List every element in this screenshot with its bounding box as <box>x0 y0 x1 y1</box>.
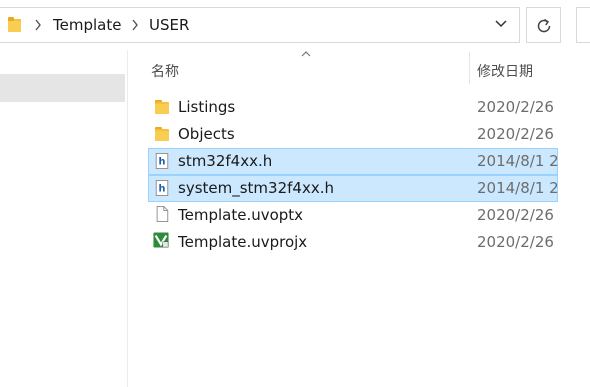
keil-project-icon <box>153 232 169 248</box>
svg-text:h: h <box>159 157 166 168</box>
nav-pane-selected-item[interactable] <box>0 74 125 102</box>
breadcrumb-user[interactable]: USER <box>149 16 189 34</box>
sort-ascending-icon <box>301 51 311 57</box>
folder-icon <box>8 17 21 32</box>
file-row-template-uvoptx[interactable]: Template.uvoptx 2020/2/26 <box>148 202 558 229</box>
file-date: 2020/2/26 <box>477 98 554 116</box>
column-header-name[interactable]: 名称 <box>151 61 179 81</box>
address-bar[interactable]: Template USER <box>0 7 520 43</box>
file-row-listings[interactable]: Listings 2020/2/26 <box>148 94 558 121</box>
file-name: system_stm32f4xx.h <box>178 179 334 197</box>
file-date: 2020/2/26 <box>477 125 554 143</box>
chevron-right-icon[interactable] <box>131 18 139 32</box>
refresh-button[interactable] <box>526 7 561 43</box>
file-row-template-uvprojx[interactable]: Template.uvprojx 2020/2/26 <box>148 229 558 256</box>
file-date: 2020/2/26 <box>477 206 554 224</box>
blank-file-icon <box>156 206 169 222</box>
file-row-system-stm32f4xx-h[interactable]: h system_stm32f4xx.h 2014/8/1 22 <box>148 175 558 202</box>
search-box[interactable] <box>576 7 590 43</box>
file-name: Objects <box>178 125 235 143</box>
file-explorer-window: Template USER 名称 修改日期 Listings 2020/2/26 <box>0 0 590 387</box>
column-header-date[interactable]: 修改日期 <box>477 61 533 81</box>
file-date: 2020/2/26 <box>477 233 554 251</box>
file-name: Template.uvoptx <box>178 206 304 224</box>
folder-icon <box>155 100 169 114</box>
refresh-icon <box>537 18 551 33</box>
breadcrumb-template[interactable]: Template <box>53 16 121 34</box>
h-file-icon: h <box>155 180 169 196</box>
chevron-right-icon[interactable] <box>34 18 42 32</box>
file-row-objects[interactable]: Objects 2020/2/26 <box>148 121 558 148</box>
h-file-icon: h <box>155 153 169 169</box>
svg-text:h: h <box>159 184 166 195</box>
pane-divider[interactable] <box>127 50 128 387</box>
file-date: 2014/8/1 22 <box>477 152 558 170</box>
folder-icon <box>155 127 169 141</box>
file-name: stm32f4xx.h <box>178 152 273 170</box>
file-date: 2014/8/1 22 <box>477 179 558 197</box>
file-name: Template.uvprojx <box>178 233 308 251</box>
file-row-stm32f4xx-h[interactable]: h stm32f4xx.h 2014/8/1 22 <box>148 148 558 175</box>
file-name: Listings <box>178 98 236 116</box>
chevron-down-icon[interactable] <box>494 19 508 29</box>
column-divider[interactable] <box>469 52 470 84</box>
